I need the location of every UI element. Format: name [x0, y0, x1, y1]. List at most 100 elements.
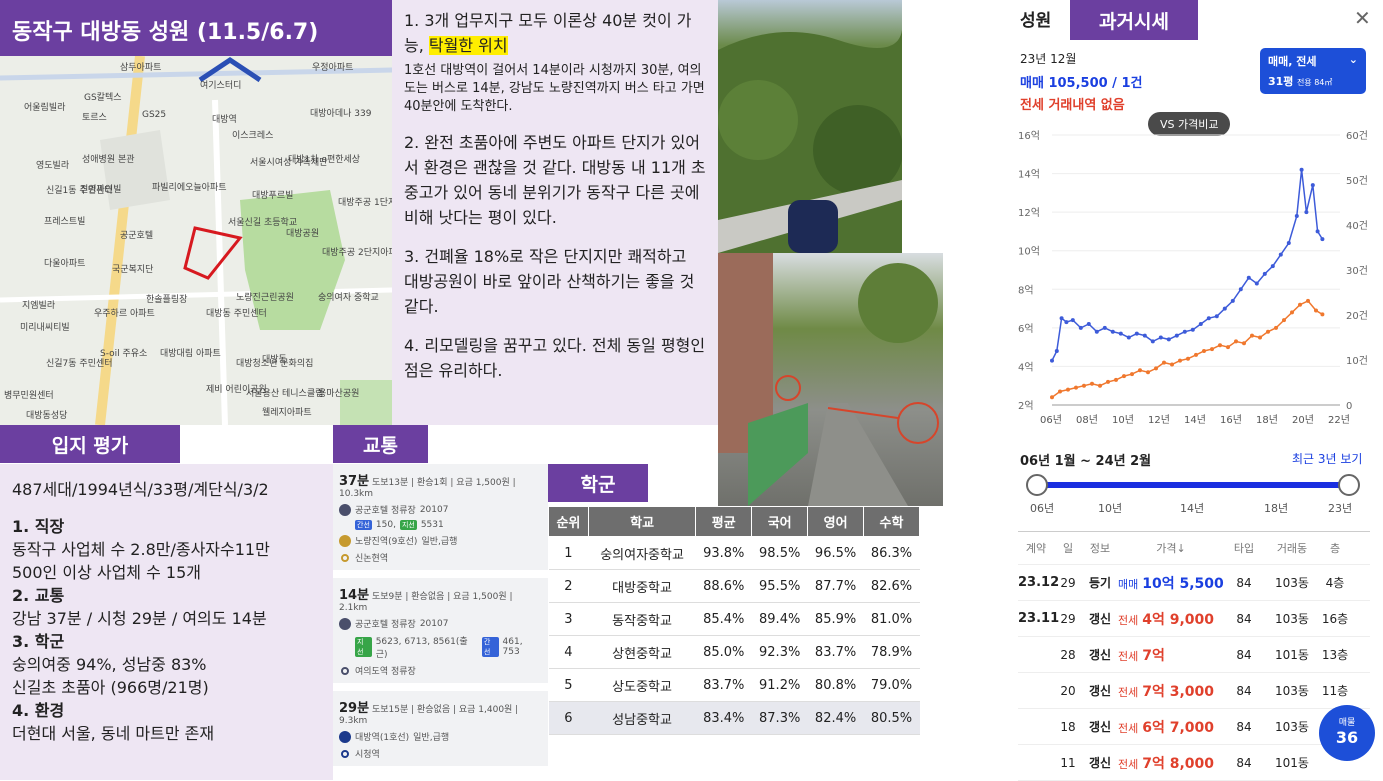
tx-info: 갱신: [1088, 684, 1112, 698]
map-place-label: 한솔플링장: [146, 295, 188, 305]
tx-dong: 103동: [1275, 684, 1309, 698]
data-point: [1070, 318, 1075, 323]
data-point: [1258, 335, 1262, 340]
data-point: [1106, 379, 1110, 384]
photo-street-view: [718, 253, 943, 506]
traffic-header: 교통: [333, 425, 428, 463]
school-row: 3 동작중학교 85.4% 89.4% 85.9% 81.0%: [548, 602, 920, 636]
tx-kind: 전세: [1118, 757, 1139, 771]
data-point: [1166, 337, 1171, 342]
school-cell: 2: [548, 569, 589, 603]
destination-icon: [341, 666, 349, 675]
school-col-header: 영어: [807, 506, 865, 537]
school-cell: 85.0%: [695, 635, 752, 669]
tx-type: 84: [1236, 755, 1252, 770]
tx-row[interactable]: 18 갱신 전세 6억 7,000 84 103동: [1018, 709, 1370, 745]
bus-tag: 간선: [355, 520, 372, 530]
filter-dropdown[interactable]: 매매, 전세 ⌄ 31평 전용 84㎡: [1260, 48, 1366, 94]
data-point: [1150, 339, 1155, 344]
bus-tag: 지선: [399, 520, 417, 530]
tx-row[interactable]: 23.12 29 등기 매매 10억 5,500 84 103동 4층: [1018, 565, 1370, 601]
eval-l3a: 숭의여중 94%, 성남중 83%: [12, 655, 207, 674]
route-stop-sub: 일반,급행: [421, 537, 458, 547]
data-point: [1315, 229, 1320, 234]
school-cell: 85.4%: [695, 602, 752, 636]
eval-l2: 강남 37분 / 시청 29분 / 여의도 14분: [12, 609, 267, 628]
slider-tick-label: 10년: [1098, 502, 1123, 515]
map-area[interactable]: 동작구 대방동 성원 (11.5/6.7) 삼두아파트 우정아파트 여기스터디 GS칼…: [0, 0, 392, 425]
close-icon[interactable]: ✕: [1354, 6, 1371, 30]
tx-row[interactable]: 20 갱신 전세 7억 3,000 84 103동 11층: [1018, 673, 1370, 709]
data-point: [1154, 366, 1158, 371]
tx-row[interactable]: 11 갱신 전세 7억 8,000 84 101동: [1018, 745, 1370, 781]
y-left-tick-label: 10억: [1018, 246, 1040, 258]
destination-icon: [341, 553, 349, 562]
map-place-label: 웰레지아파트: [262, 408, 312, 418]
fab-label: 매물: [1338, 718, 1356, 728]
data-point: [1050, 358, 1054, 363]
filter-area: 전용 84㎡: [1296, 78, 1333, 87]
tx-price: 4억 9,000: [1142, 611, 1215, 628]
tx-floor: 4층: [1325, 576, 1345, 590]
y-left-tick-label: 8억: [1018, 284, 1034, 296]
y-left-tick-label: 2억: [1018, 400, 1034, 412]
tx-price: 7억 8,000: [1142, 755, 1215, 772]
tx-price: 7억 3,000: [1142, 683, 1215, 700]
tx-row[interactable]: 28 갱신 전세 7억 84 101동 13층: [1018, 637, 1370, 673]
route-card[interactable]: 37분 도보13분 | 환승1회 | 요금 1,500원 | 10.3km 공군…: [333, 464, 548, 570]
data-point: [1142, 333, 1147, 338]
tab-price-history[interactable]: 과거시세: [1070, 0, 1198, 40]
data-point: [1054, 349, 1059, 353]
data-point: [1114, 377, 1118, 382]
school-row: 5 상도중학교 83.7% 91.2% 80.8% 79.0%: [548, 668, 920, 702]
y-right-tick-label: 60건: [1346, 130, 1368, 142]
range-slider-track[interactable]: [1036, 482, 1350, 488]
recent-3y-link[interactable]: 최근 3년 보기: [1292, 450, 1362, 467]
data-point: [1102, 325, 1107, 330]
map-place-label: 우주하르 아파트: [94, 309, 155, 319]
tx-row[interactable]: 23.11 29 갱신 전세 4억 9,000 84 103동 16층: [1018, 601, 1370, 637]
data-point: [1074, 385, 1078, 390]
y-right-tick-label: 40건: [1346, 220, 1368, 232]
data-point: [1282, 318, 1286, 323]
tx-type: 84: [1236, 611, 1252, 626]
data-point: [1050, 395, 1054, 400]
map-place-label: 대방동 주민센터: [206, 309, 267, 319]
tx-price: 7억: [1142, 647, 1165, 664]
price-chart[interactable]: 2억 4억 6억 8억 10억 12억 14억 16억 0 10건 20건 30건 40건 50건 60건 0…: [1010, 125, 1383, 440]
route-card[interactable]: 29분 도보15분 | 환승없음 | 요금 1,400원 | 9.3km 대방역…: [333, 691, 548, 766]
map-place-label: 성애병원 본관: [82, 155, 135, 165]
note-3: 3. 건폐율 18%로 작은 단지지만 쾌적하고 대방공원이 바로 앞이라 산책…: [404, 247, 695, 316]
y-right-tick-label: 20건: [1346, 310, 1368, 322]
map-place-label: 우정아파트: [312, 63, 354, 73]
route-card[interactable]: 14분 도보9분 | 환승없음 | 요금 1,500원 | 2.1km 공군호텔…: [333, 578, 548, 683]
eval-h4: 4. 환경: [12, 701, 65, 720]
data-point: [1059, 316, 1064, 321]
data-point: [1110, 329, 1115, 334]
tx-d: 29: [1060, 575, 1076, 590]
x-tick-label: 16년: [1220, 414, 1242, 426]
tx-col-header: 층: [1329, 542, 1341, 555]
range-slider-end-handle[interactable]: [1338, 474, 1360, 496]
data-point: [1118, 331, 1123, 336]
y-right-tick-label: 30건: [1346, 265, 1368, 277]
tx-floor: 13층: [1321, 648, 1349, 662]
map-place-label: 삼두아파트: [120, 63, 162, 73]
tx-price: 10억 5,500: [1142, 575, 1224, 592]
route-stop-sub: 일반,급행: [413, 733, 450, 743]
listings-fab[interactable]: 매물 36: [1319, 705, 1375, 761]
map-place-label: 노량진근린공원: [236, 293, 294, 303]
school-cell: 82.4%: [807, 701, 864, 735]
tx-floor: 11층: [1321, 684, 1349, 698]
traffic-panel: 37분 도보13분 | 환승1회 | 요금 1,500원 | 10.3km 공군…: [333, 464, 548, 780]
school-cell: 81.0%: [863, 602, 920, 636]
subway-1-icon: [339, 730, 351, 743]
range-slider-start-handle[interactable]: [1026, 474, 1048, 496]
tx-type: 84: [1236, 683, 1252, 698]
tx-info: 갱신: [1088, 756, 1112, 770]
map-place-label: 프레스트빌: [44, 217, 86, 227]
school-row: 1 숭의여자중학교 93.8% 98.5% 96.5% 86.3%: [548, 536, 920, 570]
data-point: [1130, 372, 1134, 377]
tx-kind: 전세: [1118, 649, 1139, 663]
map-place-label: S-oil 주유소: [100, 349, 148, 359]
